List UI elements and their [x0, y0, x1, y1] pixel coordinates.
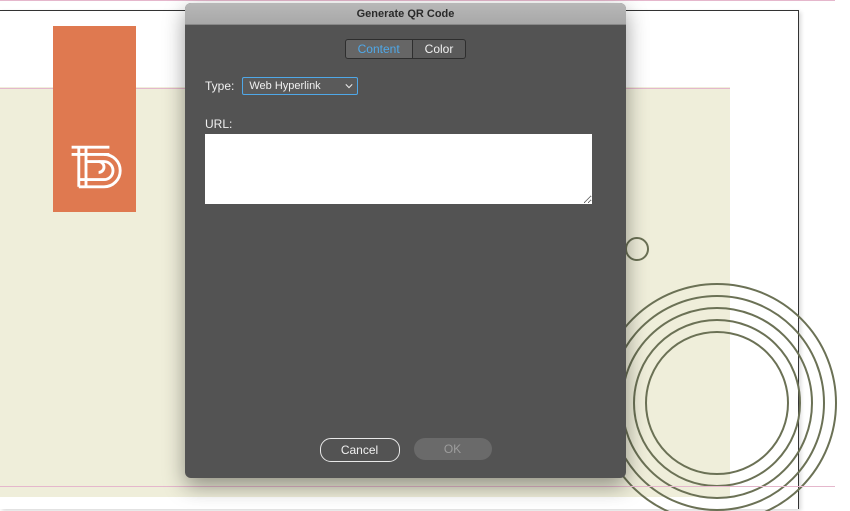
url-label: URL:	[205, 117, 606, 131]
cancel-button[interactable]: Cancel	[320, 438, 400, 462]
dialog-tabs: Content Color	[185, 39, 626, 59]
generate-qr-dialog: Generate QR Code Content Color Type: Web…	[185, 3, 626, 478]
type-select[interactable]: Web Hyperlink	[242, 77, 358, 95]
concentric-circles	[615, 301, 815, 501]
tab-content[interactable]: Content	[345, 39, 413, 59]
dialog-titlebar[interactable]: Generate QR Code	[185, 3, 626, 25]
dialog-title: Generate QR Code	[357, 8, 455, 20]
url-input[interactable]	[205, 134, 592, 204]
chevron-down-icon	[345, 82, 353, 90]
dialog-footer: Cancel OK	[185, 438, 626, 462]
logo-b-icon	[68, 140, 122, 194]
ok-button: OK	[414, 438, 492, 460]
guide-line	[0, 0, 835, 1]
app-canvas: S Generate QR Code Content Color Type: W…	[0, 0, 850, 511]
type-value: Web Hyperlink	[249, 80, 320, 92]
guide-line	[0, 486, 835, 487]
type-label: Type:	[205, 79, 234, 93]
circle-graphic	[625, 237, 649, 261]
logo-badge	[53, 26, 136, 212]
tab-color[interactable]: Color	[413, 39, 467, 59]
dialog-body: Type: Web Hyperlink URL:	[185, 59, 626, 209]
